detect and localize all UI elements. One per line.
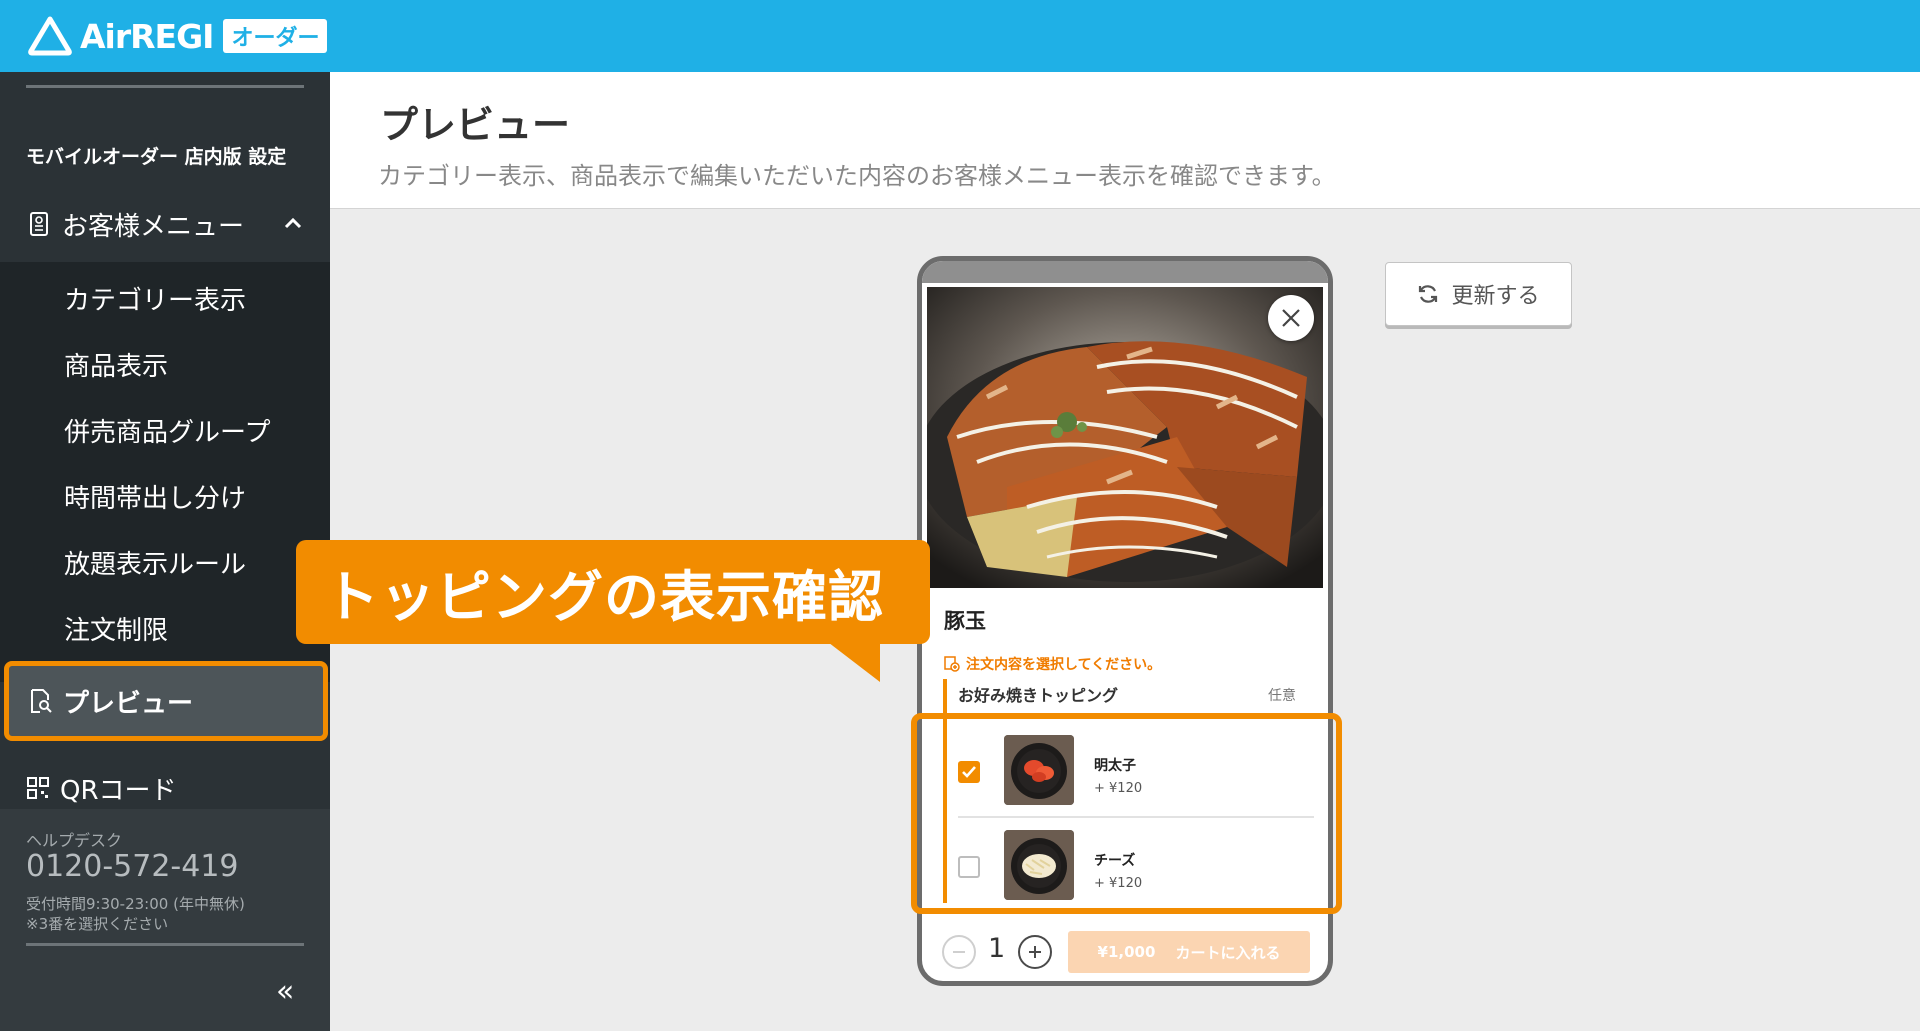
qr-code-icon — [27, 777, 49, 799]
callout-tail — [820, 636, 880, 682]
sidebar-item-all-you-can-rules[interactable]: 放題表示ルール — [64, 544, 246, 581]
notice-text: 注文内容を選択してください。 — [966, 657, 1162, 673]
cart-label: カートに入れる — [1175, 943, 1281, 962]
sidebar-divider — [26, 85, 304, 88]
chevron-up-icon — [284, 217, 302, 229]
add-to-cart-button[interactable]: ¥1,000 カートに入れる — [1068, 931, 1310, 973]
sidebar-item-product-display[interactable]: 商品表示 — [64, 346, 168, 383]
refresh-label: 更新する — [1451, 284, 1540, 309]
helpdesk-label: ヘルプデスク — [26, 831, 123, 850]
airregi-logo-icon — [28, 16, 72, 56]
sidebar-item-customer-menu[interactable]: お客様メニュー — [0, 188, 330, 260]
selection-notice: 注文内容を選択してください。 — [944, 654, 1161, 674]
topping-highlight-frame — [911, 713, 1342, 914]
sidebar-submenu: カテゴリー表示 商品表示 併売商品グループ 時間帯出し分け 放題表示ルール 注文… — [0, 262, 330, 682]
topping-optional-label: 任意 — [1268, 688, 1296, 704]
sidebar-item-preview[interactable]: プレビュー — [4, 661, 328, 741]
sidebar-heading: モバイルオーダー 店内版 設定 — [26, 146, 287, 168]
airregi-logo[interactable]: AirREGI オーダー — [28, 14, 328, 58]
page-description: カテゴリー表示、商品表示で編集いただいた内容のお客様メニュー表示を確認できます。 — [378, 162, 1336, 190]
sidebar-item-time-slot[interactable]: 時間帯出し分け — [64, 478, 246, 515]
quantity-increase-button[interactable] — [1018, 935, 1052, 969]
notice-icon — [944, 656, 960, 672]
sidebar-item-cross-sell-group[interactable]: 併売商品グループ — [64, 412, 270, 449]
sidebar-parent-label: お客様メニュー — [62, 211, 245, 242]
refresh-button[interactable]: 更新する — [1385, 262, 1572, 326]
close-button[interactable] — [1268, 295, 1314, 341]
close-icon — [1282, 309, 1300, 327]
sidebar-active-label: プレビュー — [63, 688, 194, 719]
helpdesk-phone[interactable]: 0120-572-419 — [26, 849, 239, 884]
collapse-sidebar-button[interactable]: « — [276, 974, 294, 1009]
sidebar-item-category-display[interactable]: カテゴリー表示 — [64, 280, 246, 317]
helpdesk-note: ※3番を選択ください — [26, 915, 169, 933]
plus-icon — [1029, 946, 1041, 958]
item-name: 豚玉 — [944, 609, 986, 633]
logo-badge: オーダー — [223, 19, 328, 53]
sidebar-divider — [26, 943, 304, 946]
quantity-value: 1 — [988, 933, 1006, 964]
cart-price: ¥1,000 — [1097, 943, 1156, 961]
topping-group-title: お好み焼きトッピング — [958, 686, 1119, 705]
sidebar-item-order-limit[interactable]: 注文制限 — [64, 610, 168, 647]
menu-book-icon — [30, 212, 48, 236]
document-search-icon — [31, 689, 52, 713]
refresh-icon — [1419, 285, 1438, 303]
sidebar: モバイルオーダー 店内版 設定 お客様メニュー カテゴリー表示 商品表示 併売商… — [0, 72, 330, 1031]
helpdesk-hours: 受付時間9:30-23:00 (年中無休) — [26, 895, 245, 913]
logo-text: AirREGI — [80, 16, 214, 56]
page-title: プレビュー — [380, 103, 571, 147]
phone-status-bar — [922, 261, 1328, 283]
minus-icon — [953, 951, 965, 953]
page-header: プレビュー カテゴリー表示、商品表示で編集いただいた内容のお客様メニュー表示を確… — [330, 72, 1920, 209]
quantity-decrease-button[interactable] — [942, 935, 976, 969]
top-header: AirREGI オーダー — [0, 0, 1920, 72]
callout-bubble: トッピングの表示確認 — [296, 540, 930, 644]
sidebar-qr-label: QRコード — [60, 775, 177, 806]
okonomiyaki-photo — [927, 287, 1323, 588]
